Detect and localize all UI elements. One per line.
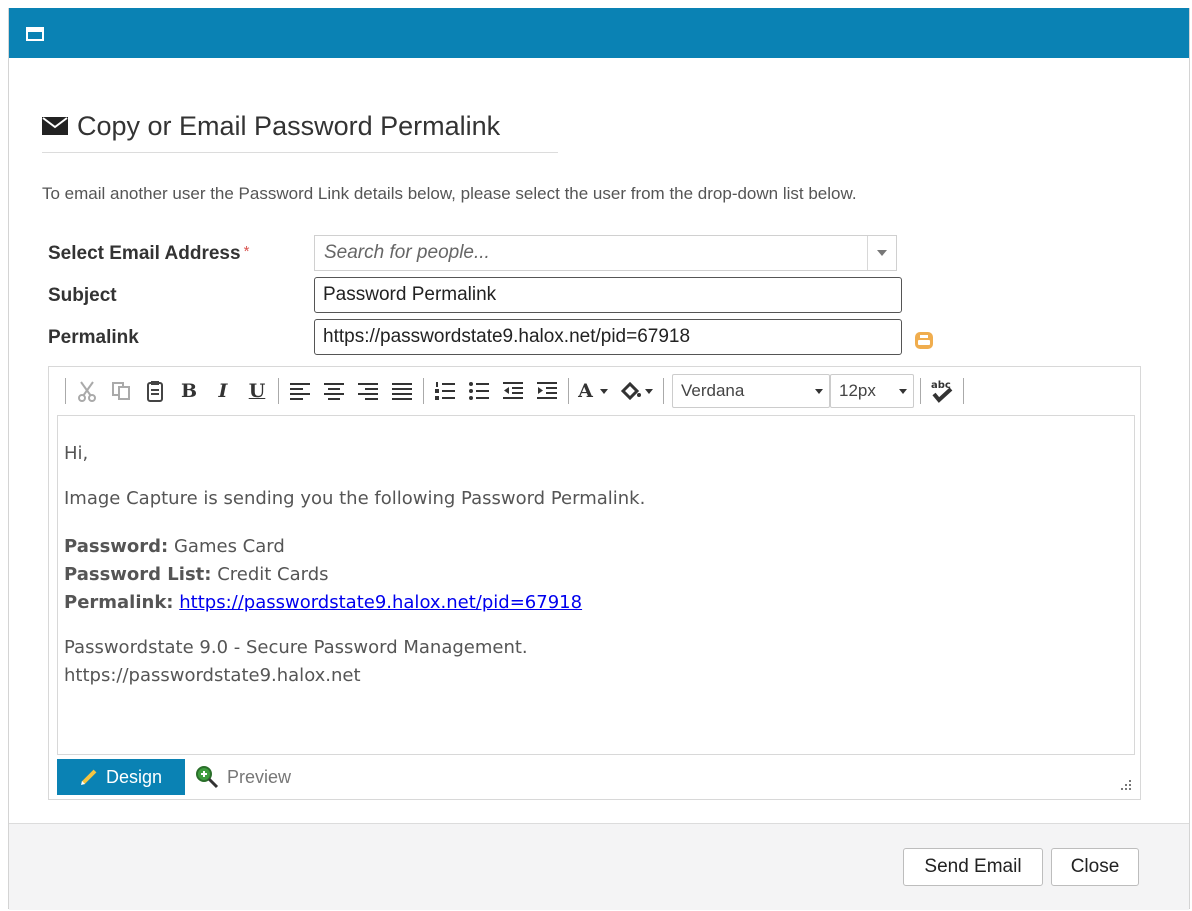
sender-text: Image Capture is sending you the followi… [64,488,646,509]
bold-button[interactable]: B [172,374,206,408]
font-color-button[interactable]: A [573,374,613,408]
greeting-text: Hi, [64,443,89,464]
dialog-titlebar [9,8,1189,58]
font-name-value: Verdana [681,381,745,400]
highlight-button[interactable] [613,374,659,408]
italic-button[interactable]: I [206,374,240,408]
editor-toolbar: B I U A Verdana 12px abc [49,367,1140,415]
email-label-text: Select Email Address [48,243,241,264]
intro-text: To email another user the Password Link … [42,184,857,203]
underline-button[interactable]: U [240,374,274,408]
chevron-down-icon [599,388,608,394]
magnifier-icon [196,766,219,789]
align-left-button[interactable] [283,374,317,408]
permalink-line: Permalink: https://passwordstate9.halox.… [64,589,1134,617]
spellcheck-icon: abc [931,380,953,403]
password-field-value: Games Card [173,536,285,557]
email-body-editor[interactable]: Hi, Image Capture is sending you the fol… [57,415,1135,755]
font-name-select[interactable]: Verdana [672,374,830,408]
copy-button[interactable] [104,374,138,408]
copy-to-clipboard-icon[interactable] [914,330,934,350]
font-size-select[interactable]: 12px [830,374,914,408]
required-marker: * [243,243,250,260]
toolbar-separator [663,378,664,404]
close-button[interactable]: Close [1051,848,1139,886]
subject-field[interactable] [314,277,902,313]
permalink-field-label: Permalink: [64,592,174,613]
paste-button[interactable] [138,374,172,408]
toolbar-separator [278,378,279,404]
page-title: Copy or Email Password Permalink [77,110,501,141]
email-permalink-dialog: Copy or Email Password Permalink To emai… [8,8,1190,910]
email-dropdown-button[interactable] [867,236,896,270]
envelope-icon [42,117,68,135]
bullet-list-icon [469,382,489,400]
signature-line: Passwordstate 9.0 - Secure Password Mana… [64,637,528,658]
toolbar-separator [423,378,424,404]
password-field-label: Password: [64,536,169,557]
tab-design-label: Design [105,766,163,787]
dialog-footer: Send Email Close [9,823,1189,910]
justify-icon [392,383,412,400]
tab-preview[interactable]: Preview [195,759,291,795]
align-center-icon [324,383,344,400]
resize-grip-icon[interactable] [1118,777,1132,791]
spellcheck-button[interactable]: abc [925,374,959,408]
email-address-combobox[interactable] [314,235,897,271]
password-list-field-value: Credit Cards [217,564,329,585]
chevron-down-icon [899,388,907,394]
align-left-icon [290,383,310,400]
send-email-button[interactable]: Send Email [903,848,1043,886]
align-right-icon [358,383,378,400]
toolbar-separator [568,378,569,404]
outdent-icon [503,382,523,399]
signature-url: https://passwordstate9.halox.net [64,665,361,686]
heading-divider [42,152,558,153]
password-list-field-label: Password List: [64,564,212,585]
email-label: Select Email Address * [48,243,249,265]
highlight-icon [620,382,641,400]
tab-design[interactable]: Design [57,759,185,795]
toolbar-separator [920,378,921,404]
font-color-label: A [578,380,593,402]
align-center-button[interactable] [317,374,351,408]
outdent-button[interactable] [496,374,530,408]
permalink-link[interactable]: https://passwordstate9.halox.net/pid=679… [179,592,582,613]
window-icon [26,27,44,41]
cut-button[interactable] [70,374,104,408]
html-editor: B I U A Verdana 12px abc Hi, Image Captu… [48,366,1141,800]
numbered-list-icon [435,382,455,400]
dialog-heading: Copy or Email Password Permalink [42,106,500,146]
password-list-line: Password List: Credit Cards [64,561,1134,589]
tab-preview-label: Preview [227,766,292,787]
pencil-icon [80,769,97,785]
permalink-label: Permalink [48,327,139,348]
copy-icon [112,382,130,400]
toolbar-separator [65,378,66,404]
password-line: Password: Games Card [64,533,1134,561]
toolbar-separator [963,378,964,404]
indent-button[interactable] [530,374,564,408]
paste-icon [147,381,163,402]
chevron-down-icon [644,388,653,394]
subject-label: Subject [48,285,117,306]
align-right-button[interactable] [351,374,385,408]
numbered-list-button[interactable] [428,374,462,408]
justify-button[interactable] [385,374,419,408]
font-size-value: 12px [839,381,876,400]
permalink-field[interactable] [314,319,902,355]
cut-icon [78,381,96,402]
chevron-down-icon [815,388,823,394]
bullet-list-button[interactable] [462,374,496,408]
editor-mode-bar: Design Preview [57,759,1135,795]
email-search-input[interactable] [315,236,867,270]
indent-icon [537,382,557,399]
chevron-down-icon [877,250,887,256]
